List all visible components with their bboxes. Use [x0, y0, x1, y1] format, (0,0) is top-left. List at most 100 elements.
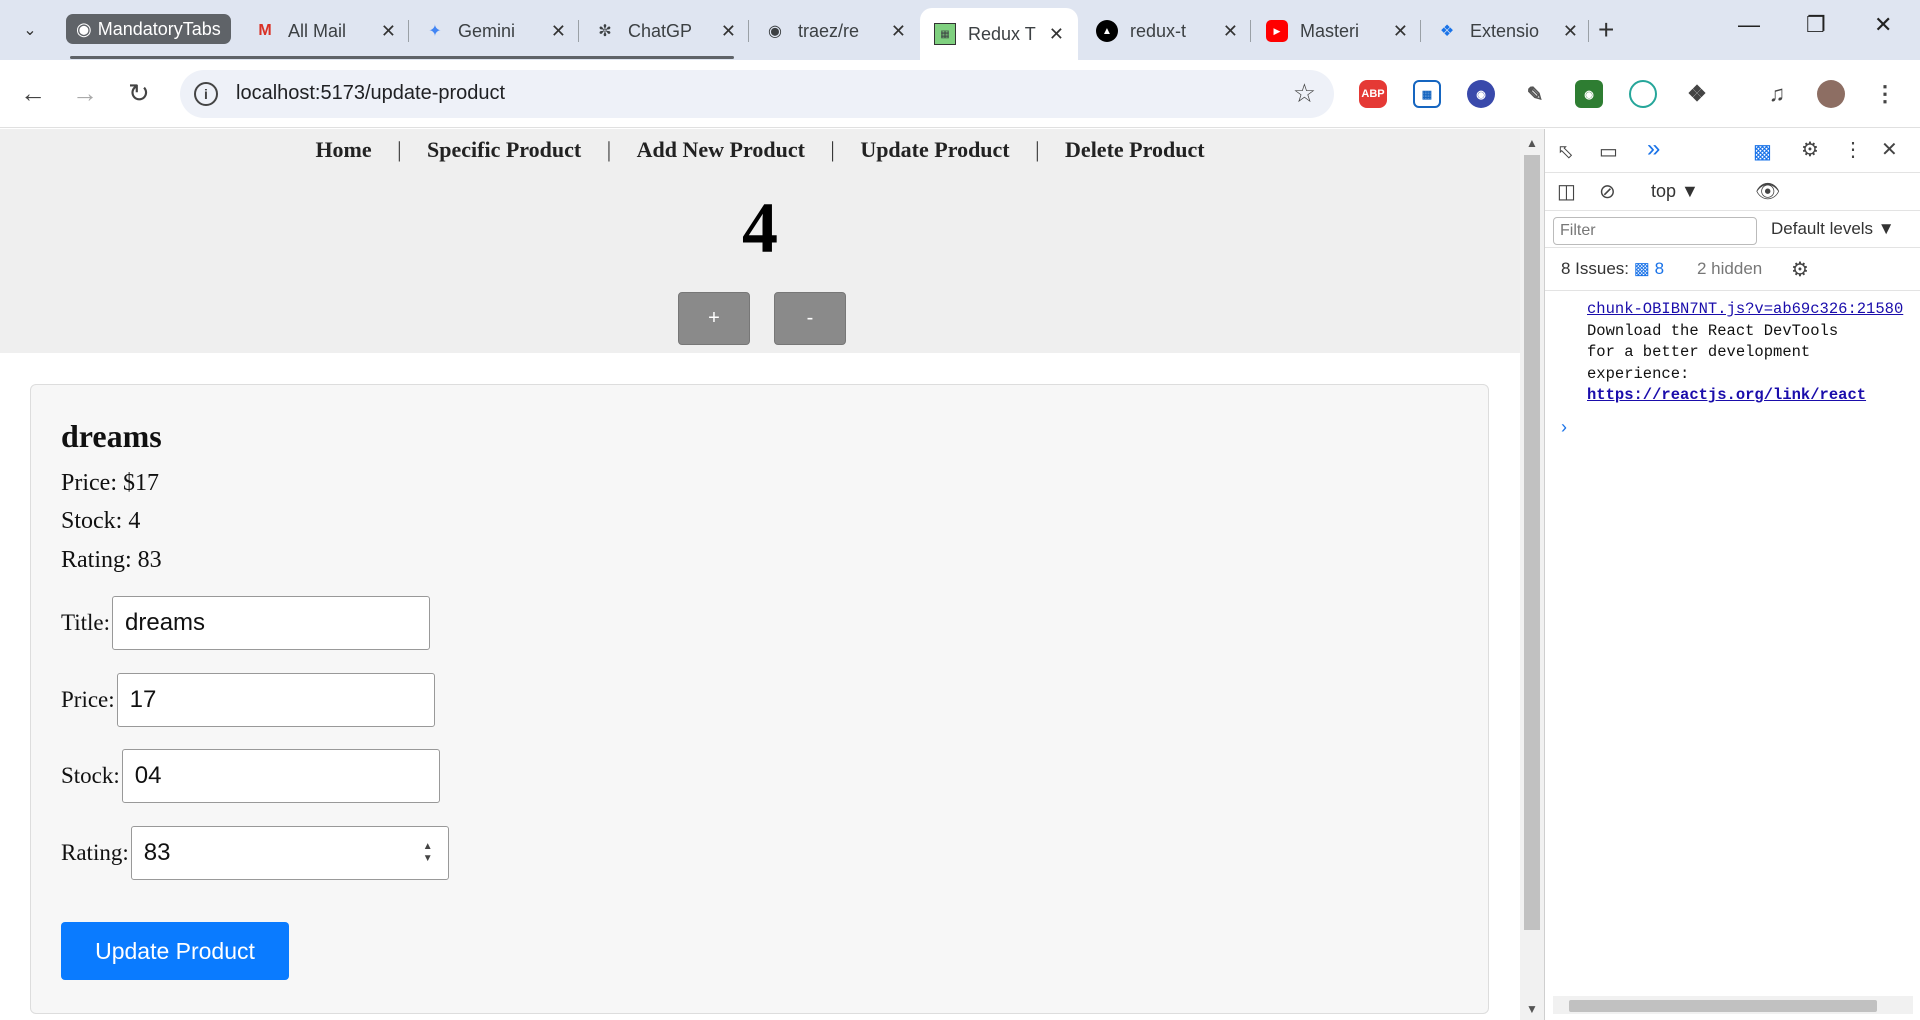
log-levels-label: Default levels: [1771, 219, 1874, 238]
close-icon[interactable]: ✕: [551, 21, 566, 42]
extension-icon[interactable]: ◉: [1467, 80, 1495, 108]
sidebar-toggle-icon[interactable]: ◫: [1557, 179, 1576, 204]
update-product-button[interactable]: Update Product: [61, 922, 289, 980]
issues-label: 8 Issues:: [1561, 259, 1630, 278]
log-source-link[interactable]: chunk-OBIBN7NT.js?v=ab69c326:21580: [1587, 299, 1903, 321]
price-input[interactable]: 17: [116, 673, 435, 727]
nav-separator: |: [830, 137, 835, 162]
tab-search-button[interactable]: ⌄: [12, 14, 48, 46]
nav-add-new-product[interactable]: Add New Product: [637, 137, 805, 162]
caret-down-icon: ▼: [1877, 219, 1895, 238]
more-panels-icon[interactable]: »: [1647, 135, 1660, 163]
extension-icon[interactable]: ◉: [1575, 80, 1603, 108]
close-icon[interactable]: ✕: [1049, 24, 1064, 45]
close-icon: ✕: [1874, 12, 1893, 37]
nav-home[interactable]: Home: [315, 137, 371, 162]
tab-github[interactable]: ◉ traez/re ✕: [750, 10, 920, 52]
gear-icon[interactable]: ⚙: [1791, 257, 1809, 282]
tab-youtube[interactable]: ▶ Masteri ✕: [1252, 10, 1422, 52]
adblock-extension-icon[interactable]: ABP: [1359, 80, 1387, 108]
product-card: dreams Price: $17 Stock: 4 Rating: 83 Ti…: [30, 384, 1489, 1014]
kebab-menu-icon[interactable]: ⋮: [1843, 137, 1863, 162]
extensions-puzzle-icon[interactable]: ❖: [1683, 80, 1711, 108]
address-bar[interactable]: i localhost:5173/update-product ☆: [180, 70, 1334, 118]
nav-update-product[interactable]: Update Product: [860, 137, 1009, 162]
context-label: top: [1651, 181, 1677, 201]
clear-console-icon[interactable]: ⊘: [1599, 179, 1616, 204]
browser-menu-icon[interactable]: ⋮: [1871, 80, 1899, 108]
scroll-down-icon[interactable]: ▼: [1526, 1002, 1538, 1016]
stock-input[interactable]: 04: [121, 749, 440, 803]
stock-label: Stock:: [61, 763, 120, 788]
close-icon[interactable]: ✕: [1223, 21, 1238, 42]
extension-icon[interactable]: [1629, 80, 1657, 108]
nav-delete-product[interactable]: Delete Product: [1065, 137, 1205, 162]
tab-all-mail[interactable]: M All Mail ✕: [240, 10, 410, 52]
decrement-button[interactable]: -: [774, 292, 846, 345]
log-line: Download the React DevTools: [1587, 321, 1839, 340]
site-info-icon[interactable]: i: [194, 82, 218, 106]
scroll-up-icon[interactable]: ▲: [1526, 136, 1538, 150]
media-controls-icon[interactable]: ♫: [1763, 80, 1791, 108]
console-hscrollbar-thumb[interactable]: [1569, 1000, 1877, 1012]
tab-separator: [1250, 20, 1251, 42]
log-line: experience:: [1587, 364, 1690, 383]
rating-label: Rating:: [61, 840, 129, 865]
rating-input[interactable]: 83 ▲ ▼: [130, 826, 449, 880]
restore-icon: ❐: [1806, 12, 1826, 37]
forward-button[interactable]: →: [72, 78, 98, 109]
tab-chatgpt[interactable]: ✼ ChatGP ✕: [580, 10, 750, 52]
new-tab-button[interactable]: +: [1598, 14, 1614, 46]
tab-gemini[interactable]: ✦ Gemini ✕: [410, 10, 580, 52]
reload-button[interactable]: ↻: [128, 78, 150, 109]
device-toolbar-icon[interactable]: ▭: [1599, 139, 1618, 164]
issues-icon[interactable]: ▩: [1753, 139, 1772, 164]
nav-specific-product[interactable]: Specific Product: [427, 137, 581, 162]
extension-icon[interactable]: ✎: [1521, 80, 1549, 108]
close-icon[interactable]: ✕: [381, 21, 396, 42]
product-rating: Rating: 83: [61, 547, 162, 573]
url-text[interactable]: localhost:5173/update-product: [236, 82, 505, 105]
title-label: Title:: [61, 610, 111, 635]
back-button[interactable]: ←: [20, 78, 46, 109]
close-icon[interactable]: ✕: [891, 21, 906, 42]
title-input[interactable]: dreams: [112, 596, 431, 650]
number-spinner-icon[interactable]: ▲ ▼: [420, 841, 436, 867]
page-scrollbar-thumb[interactable]: [1524, 155, 1540, 930]
inspect-element-icon[interactable]: ⬁: [1557, 139, 1574, 164]
react-devtools-link[interactable]: https://reactjs.org/link/react: [1587, 385, 1903, 407]
minimize-button[interactable]: —: [1738, 12, 1760, 38]
extension-icon[interactable]: ▦: [1413, 80, 1441, 108]
console-filter-input[interactable]: Filter: [1553, 217, 1757, 245]
hidden-issues: 2 hidden: [1697, 259, 1763, 278]
price-row: Price: 17: [61, 673, 435, 727]
tab-group-label: MandatoryTabs: [97, 18, 221, 39]
restore-button[interactable]: ❐: [1806, 12, 1826, 38]
bookmark-star-icon[interactable]: ☆: [1293, 78, 1316, 109]
issues-count: 8: [1654, 259, 1665, 278]
tab-group-mandatorytabs[interactable]: ◉ MandatoryTabs: [66, 14, 231, 44]
log-levels-dropdown[interactable]: Default levels ▼: [1771, 219, 1895, 239]
caret-down-icon: ▼: [1681, 181, 1699, 201]
issues-summary[interactable]: 8 Issues: ▩ 8: [1561, 259, 1664, 279]
context-selector[interactable]: top ▼: [1651, 181, 1699, 202]
close-icon[interactable]: ✕: [1393, 21, 1408, 42]
page-header: Home | Specific Product | Add New Produc…: [0, 129, 1520, 353]
tab-extensions[interactable]: ❖ Extensio ✕: [1422, 10, 1592, 52]
nav-separator: |: [397, 137, 402, 162]
tab-vercel[interactable]: ▲ redux-t ✕: [1082, 10, 1252, 52]
close-icon[interactable]: ✕: [1881, 137, 1898, 162]
live-expression-eye-icon[interactable]: 👁: [1755, 179, 1780, 204]
tab-redux-active[interactable]: ▦ Redux T ✕: [920, 8, 1078, 60]
main-nav: Home | Specific Product | Add New Produc…: [0, 137, 1520, 163]
close-icon[interactable]: ✕: [721, 21, 736, 42]
gear-icon[interactable]: ⚙: [1801, 137, 1819, 162]
console-prompt-icon[interactable]: ›: [1561, 417, 1567, 438]
console-toolbar: ◫ ⊘ 👁: [1545, 173, 1920, 211]
tab-separator: [748, 20, 749, 42]
increment-button[interactable]: +: [678, 292, 750, 345]
close-icon[interactable]: ✕: [1563, 21, 1578, 42]
profile-avatar[interactable]: [1817, 80, 1845, 108]
tab-group-underline: [70, 56, 734, 59]
close-window-button[interactable]: ✕: [1874, 12, 1892, 38]
